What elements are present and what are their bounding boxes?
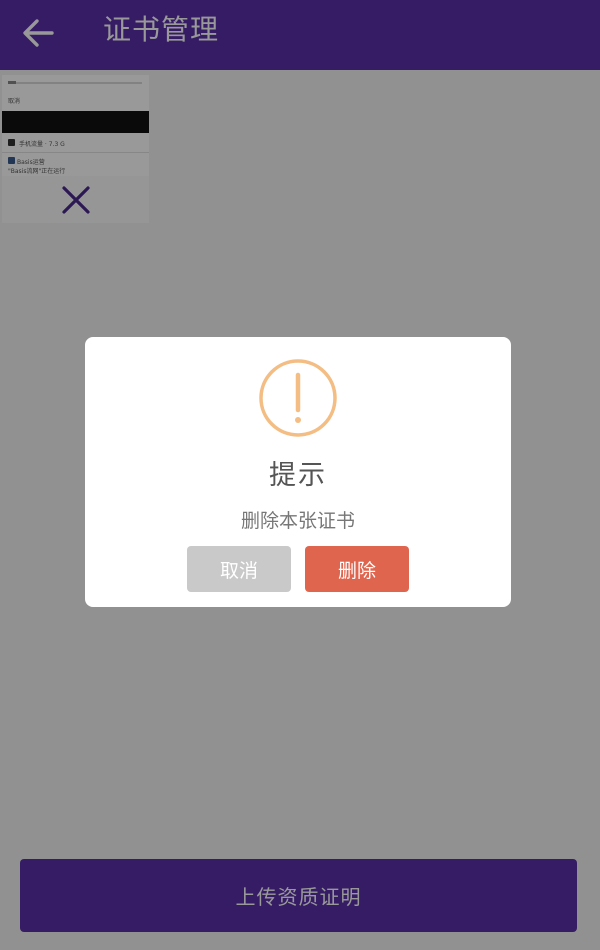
delete-button[interactable]: 删除 — [305, 546, 409, 592]
dialog-title: 提示 — [269, 460, 327, 491]
exclamation-circle-icon — [259, 359, 337, 437]
confirm-dialog: 提示 删除本张证书 取消 删除 — [85, 337, 511, 607]
cancel-button[interactable]: 取消 — [187, 546, 291, 592]
dialog-message: 删除本张证书 — [240, 510, 355, 532]
